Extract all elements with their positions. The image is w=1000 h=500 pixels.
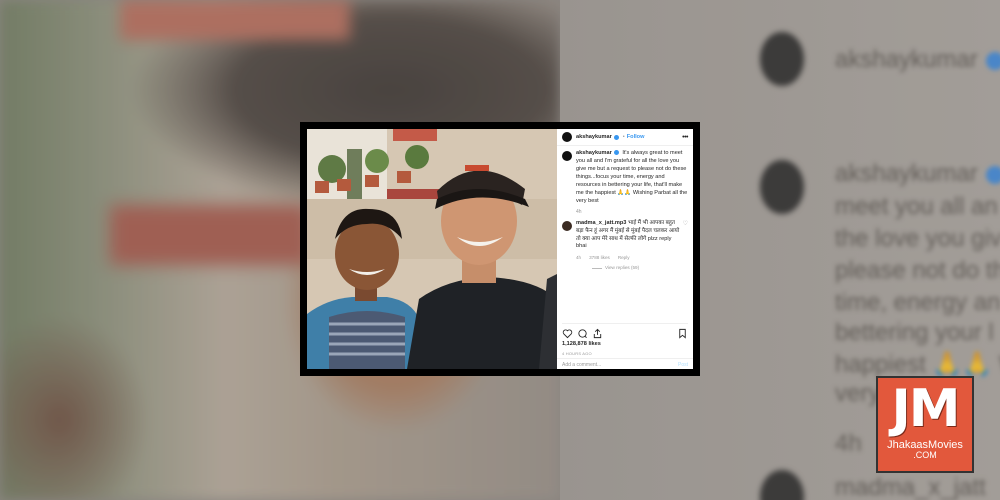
divider (592, 267, 602, 269)
view-replies-link[interactable]: View replies (59) (592, 265, 680, 272)
reply-meta: 4h 3788 likes Reply (576, 255, 680, 262)
watermark-logo: JM JhakaasMovies .COM (876, 376, 974, 473)
share-icon[interactable] (592, 328, 603, 339)
avatar[interactable] (562, 220, 572, 231)
add-comment-bar: Add a comment... Post (557, 358, 693, 369)
avatar[interactable] (562, 151, 572, 161)
avatar[interactable] (562, 132, 572, 142)
more-options-icon[interactable]: ••• (682, 134, 688, 141)
caption-text: It's always great to meet you all and I'… (576, 150, 688, 204)
list-item: madma_x_jatt.mp3 भाई मैं भी आपका बहुत बड… (562, 220, 688, 272)
add-comment-input[interactable]: Add a comment... (562, 362, 601, 368)
instagram-post-card: akshaykumar • Follow ••• akshaykumar It'… (300, 122, 700, 376)
verified-badge-icon (613, 134, 619, 140)
logo-domain: .COM (913, 450, 937, 460)
selfie-illustration (307, 129, 557, 369)
caption-body: akshaykumar It's always great to meet yo… (576, 150, 688, 216)
post-comment-button[interactable]: Post (678, 362, 688, 368)
action-bar (562, 323, 688, 339)
follow-button[interactable]: Follow (627, 134, 645, 140)
post-header: akshaykumar • Follow ••• (557, 129, 693, 146)
post-timestamp: 4 HOURS AGO (562, 351, 592, 356)
bookmark-icon[interactable] (677, 328, 688, 339)
comments-section: akshaykumar It's always great to meet yo… (557, 146, 693, 310)
reply-body: madma_x_jatt.mp3 भाई मैं भी आपका बहुत बड… (576, 220, 680, 272)
post-side-panel: akshaykumar • Follow ••• akshaykumar It'… (557, 129, 693, 369)
caption-comment: akshaykumar It's always great to meet yo… (562, 150, 688, 216)
likes-count[interactable]: 1,128,878 likes (562, 341, 601, 347)
heart-outline-icon[interactable]: ♡ (683, 220, 688, 272)
reply-username[interactable]: madma_x_jatt.mp3 (576, 220, 626, 226)
reply-likes[interactable]: 3788 likes (589, 255, 610, 262)
author-username[interactable]: akshaykumar (576, 134, 612, 140)
verified-badge-icon (613, 150, 619, 156)
reply-time: 4h (576, 255, 582, 261)
post-photo[interactable] (307, 129, 557, 369)
reply-button[interactable]: Reply (618, 255, 630, 262)
caption-time: 4h (576, 208, 582, 215)
logo-mark: JM (891, 379, 960, 439)
view-replies-label: View replies (59) (605, 264, 640, 270)
comment-bubble-icon[interactable] (577, 328, 588, 339)
post-inner: akshaykumar • Follow ••• akshaykumar It'… (307, 129, 693, 369)
caption-username[interactable]: akshaykumar (576, 150, 612, 156)
like-heart-icon[interactable] (562, 328, 573, 339)
separator-dot: • (622, 134, 625, 140)
